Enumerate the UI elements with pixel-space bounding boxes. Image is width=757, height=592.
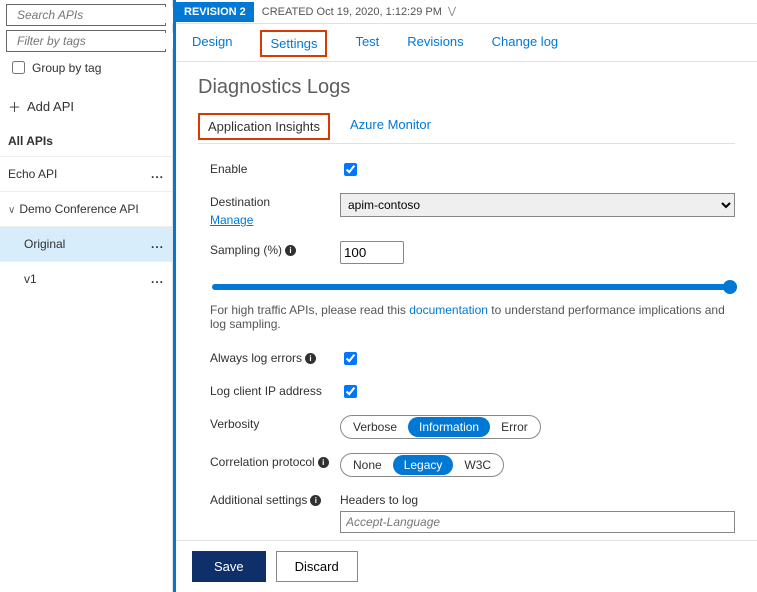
- group-by-tag-row[interactable]: Group by tag: [8, 58, 164, 77]
- log-client-ip-checkbox[interactable]: [344, 385, 357, 398]
- verbosity-information[interactable]: Information: [408, 417, 490, 437]
- add-api-link[interactable]: ＋ Add API: [8, 97, 164, 116]
- info-icon[interactable]: i: [318, 457, 329, 468]
- tab-design[interactable]: Design: [192, 34, 232, 61]
- api-item-label: Echo API: [8, 167, 57, 181]
- tab-test[interactable]: Test: [355, 34, 379, 61]
- chevron-down-icon: ∨: [8, 205, 15, 216]
- destination-select[interactable]: apim-contoso: [340, 193, 735, 217]
- always-log-errors-label: Always log errors: [210, 351, 302, 365]
- more-icon[interactable]: ...: [151, 167, 164, 181]
- sampling-note: For high traffic APIs, please read this …: [210, 303, 735, 331]
- headers-to-log-input[interactable]: [340, 511, 735, 533]
- plus-icon: ＋: [8, 97, 21, 116]
- tab-changelog[interactable]: Change log: [492, 34, 559, 61]
- correlation-label: Correlation protocol: [210, 455, 315, 469]
- tab-revisions[interactable]: Revisions: [407, 34, 463, 61]
- page-title: Diagnostics Logs: [198, 76, 735, 99]
- info-icon[interactable]: i: [310, 495, 321, 506]
- group-by-tag-label: Group by tag: [32, 61, 101, 75]
- more-icon[interactable]: ...: [151, 272, 164, 286]
- verbosity-label: Verbosity: [210, 415, 340, 431]
- main: REVISION 2 CREATED Oct 19, 2020, 1:12:29…: [173, 0, 757, 592]
- correlation-none[interactable]: None: [342, 455, 393, 475]
- more-icon[interactable]: ...: [151, 237, 164, 251]
- always-log-errors-checkbox[interactable]: [344, 352, 357, 365]
- documentation-link[interactable]: documentation: [409, 303, 488, 317]
- sidebar: Group by tag ＋ Add API All APIs Echo API…: [0, 0, 173, 592]
- api-sub-label: v1: [24, 272, 37, 286]
- discard-button[interactable]: Discard: [276, 551, 358, 582]
- subtab-azure-monitor[interactable]: Azure Monitor: [350, 117, 431, 136]
- search-input[interactable]: [15, 7, 176, 23]
- sampling-slider[interactable]: [212, 284, 737, 290]
- search-apis-box[interactable]: [6, 4, 166, 26]
- enable-checkbox[interactable]: [344, 163, 357, 176]
- subtab-application-insights[interactable]: Application Insights: [198, 113, 330, 140]
- correlation-legacy[interactable]: Legacy: [393, 455, 454, 475]
- footer: Save Discard: [176, 540, 757, 592]
- all-apis-link[interactable]: All APIs: [0, 126, 172, 156]
- additional-settings-label: Additional settings: [210, 493, 307, 507]
- sampling-input[interactable]: [340, 241, 404, 264]
- diagnostics-subtabs: Application Insights Azure Monitor: [198, 117, 735, 144]
- destination-label: Destination: [210, 195, 270, 209]
- tab-settings[interactable]: Settings: [260, 30, 327, 57]
- save-button[interactable]: Save: [192, 551, 266, 582]
- verbosity-verbose[interactable]: Verbose: [342, 417, 408, 437]
- filter-tags-box[interactable]: [6, 30, 166, 52]
- api-item-demo-conference[interactable]: ∨ Demo Conference API: [0, 191, 172, 226]
- created-label: CREATED Oct 19, 2020, 1:12:29 PM: [262, 6, 442, 18]
- revision-bar: REVISION 2 CREATED Oct 19, 2020, 1:12:29…: [176, 0, 757, 24]
- correlation-w3c[interactable]: W3C: [453, 455, 502, 475]
- verbosity-error[interactable]: Error: [490, 417, 539, 437]
- sampling-label: Sampling (%): [210, 243, 282, 257]
- add-api-label: Add API: [27, 99, 74, 114]
- headers-to-log-label: Headers to log: [340, 493, 735, 507]
- api-item-label: Demo Conference API: [19, 202, 138, 216]
- log-client-ip-label: Log client IP address: [210, 382, 340, 398]
- verbosity-pillgroup: Verbose Information Error: [340, 415, 541, 439]
- api-sub-label: Original: [24, 237, 65, 251]
- group-by-tag-checkbox[interactable]: [12, 61, 25, 74]
- filter-input[interactable]: [15, 33, 176, 49]
- manage-link[interactable]: Manage: [210, 213, 253, 227]
- correlation-pillgroup: None Legacy W3C: [340, 453, 504, 477]
- chevron-down-icon[interactable]: ⋁: [448, 6, 456, 17]
- revision-badge: REVISION 2: [176, 2, 254, 22]
- info-icon[interactable]: i: [305, 353, 316, 364]
- api-version-original[interactable]: Original ...: [0, 226, 172, 261]
- main-tabs: Design Settings Test Revisions Change lo…: [176, 24, 757, 62]
- api-version-v1[interactable]: v1 ...: [0, 261, 172, 296]
- content: Diagnostics Logs Application Insights Az…: [176, 62, 757, 540]
- api-item-echo[interactable]: Echo API ...: [0, 156, 172, 191]
- enable-label: Enable: [210, 160, 340, 176]
- info-icon[interactable]: i: [285, 245, 296, 256]
